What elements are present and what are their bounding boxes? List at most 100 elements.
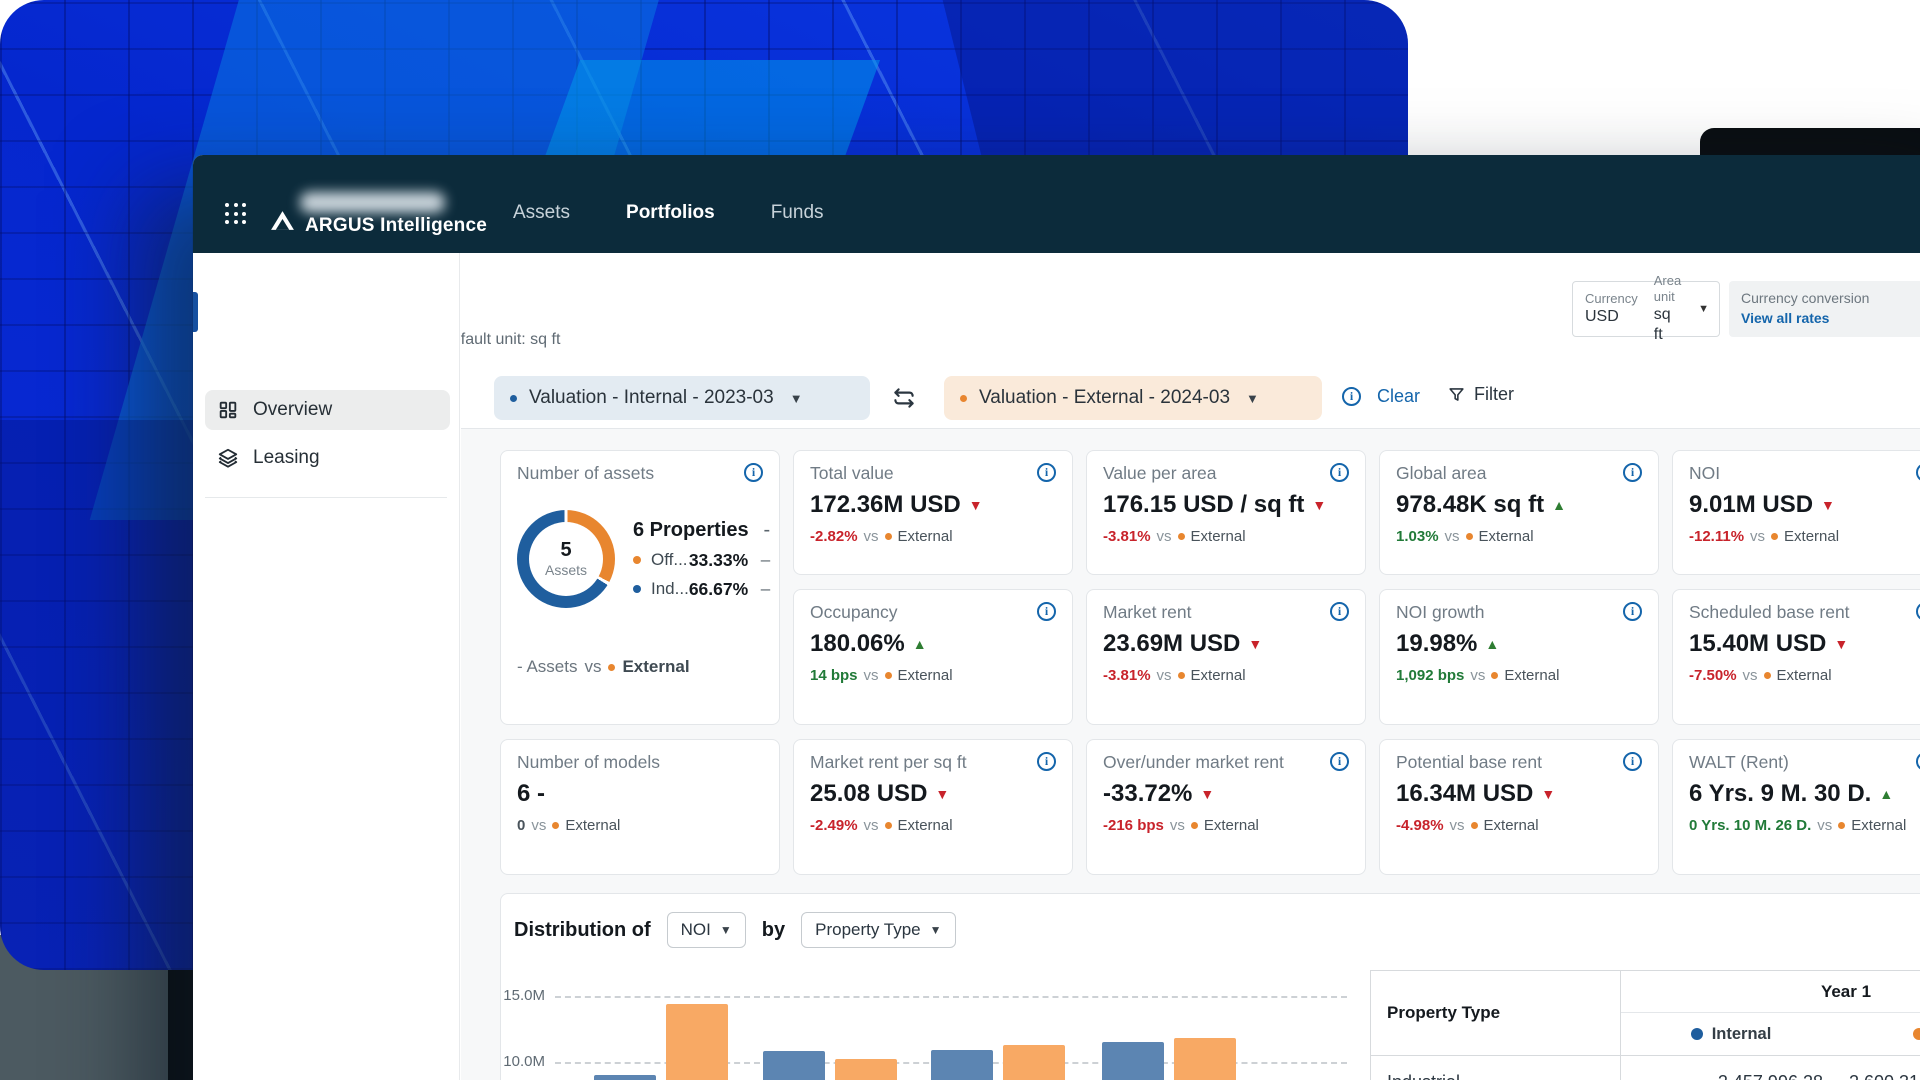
segment-dot-icon	[633, 556, 641, 564]
metric-dropdown[interactable]: NOI ▼	[666, 912, 746, 948]
trend-arrow-icon: ▼	[1541, 786, 1556, 802]
vs-label: vs	[1156, 528, 1172, 545]
dimension-dropdown-value: Property Type	[815, 920, 921, 939]
kpi-card: NOI i 9.01M USD ▼ -12.11% vs External	[1672, 450, 1920, 575]
vs-label: vs	[1444, 528, 1460, 545]
kpi-value: 6 Yrs. 9 M. 30 D.	[1689, 780, 1872, 807]
table-legend-internal: Internal	[1621, 1013, 1841, 1056]
kpi-delta: -7.50%	[1689, 667, 1737, 684]
internal-dot-icon	[1690, 1028, 1703, 1040]
external-dot-icon	[1491, 672, 1499, 679]
info-icon[interactable]: i	[1330, 602, 1349, 621]
app-window: ARGUS Intelligence Assets Portfolios Fun…	[193, 155, 1920, 1080]
kpi-card: Global area i 978.48K sq ft ▲ 1.03% vs E…	[1379, 450, 1659, 575]
external-dot-icon	[1177, 672, 1185, 679]
kpi-card: Value per area i 176.15 USD / sq ft ▼ -3…	[1086, 450, 1366, 575]
info-icon[interactable]: i	[1330, 463, 1349, 482]
nav-tabs: Assets Portfolios Funds	[513, 155, 824, 262]
currency-conversion-label: Currency conversion	[1741, 290, 1870, 306]
card-title: Over/under market rent	[1103, 752, 1284, 772]
kpi-value: 15.40M USD	[1689, 630, 1827, 657]
currency-label: Currency	[1585, 290, 1638, 306]
nav-tab-portfolios[interactable]: Portfolios	[614, 164, 727, 262]
kpi-card: Number of models i 6 - 0 vs External	[500, 739, 780, 875]
screenshot-stage: ARGUS Intelligence Assets Portfolios Fun…	[0, 0, 1920, 1080]
card-comparison-footer: 1.03% vs External	[1396, 528, 1642, 545]
segment-pct: 33.33%	[688, 549, 749, 570]
by-label: by	[761, 918, 786, 941]
external-dot-icon	[1838, 822, 1846, 829]
kpi-delta: 0 Yrs. 10 M. 26 D.	[1689, 817, 1812, 834]
swap-scenarios-icon[interactable]	[890, 385, 918, 411]
filter-button[interactable]: Filter	[1447, 384, 1514, 405]
metric-dropdown-value: NOI	[680, 920, 711, 939]
vs-label: vs	[1156, 667, 1172, 684]
card-title: Value per area	[1103, 463, 1217, 483]
info-icon[interactable]: i	[1623, 752, 1642, 771]
kpi-card: Potential base rent i 16.34M USD ▼ -4.98…	[1379, 739, 1659, 875]
comparison-label: External	[1483, 817, 1539, 834]
scenario-dropdown-external[interactable]: Valuation - External - 2024-03 ▼	[944, 376, 1322, 420]
card-comparison-footer: -3.81% vs External	[1103, 667, 1349, 684]
y-tick-label: 10.0M	[503, 1053, 545, 1070]
comparison-label: External	[565, 817, 621, 834]
app-launcher-icon[interactable]	[225, 203, 247, 225]
info-icon[interactable]: i	[1623, 602, 1642, 621]
card-title: Total value	[810, 463, 894, 483]
kpi-delta: -2.82%	[810, 528, 858, 545]
dimension-dropdown[interactable]: Property Type ▼	[801, 912, 956, 948]
card-title: Number of assets	[517, 463, 655, 483]
nav-tab-assets[interactable]: Assets	[513, 164, 570, 262]
bar-external	[1003, 1044, 1065, 1080]
info-icon[interactable]: i	[1342, 387, 1361, 406]
info-icon[interactable]: i	[1623, 463, 1642, 482]
kpi-value: 172.36M USD	[810, 491, 961, 518]
sidebar-item-leasing[interactable]: Leasing	[205, 438, 450, 478]
kpi-card: WALT (Rent) i 6 Yrs. 9 M. 30 D. ▲ 0 Yrs.…	[1672, 739, 1920, 875]
scenario-internal-label: Valuation - Internal - 2023-03	[529, 387, 774, 408]
nav-tab-funds[interactable]: Funds	[771, 164, 824, 262]
internal-dot-icon	[510, 394, 517, 402]
kpi-delta: -216 bps	[1103, 817, 1164, 834]
clear-button[interactable]: Clear	[1377, 386, 1420, 407]
card-comparison-footer: 0 vs External	[517, 817, 763, 834]
sidebar-item-overview[interactable]: Overview	[205, 390, 450, 430]
currency-area-unit-selector[interactable]: Currency USD Area unit sq ft ▼	[1572, 273, 1720, 343]
card-comparison-footer: 14 bps vs External	[810, 667, 1056, 684]
info-icon[interactable]: i	[1916, 752, 1920, 771]
info-icon[interactable]: i	[744, 463, 763, 482]
card-comparison-footer: -2.82% vs External	[810, 528, 1056, 545]
info-icon[interactable]: i	[1037, 752, 1056, 771]
card-title: NOI growth	[1396, 602, 1485, 622]
kpi-value: 25.08 USD	[810, 780, 928, 807]
comparison-label: External	[897, 528, 953, 545]
area-unit-label: Area unit	[1653, 272, 1682, 304]
info-icon[interactable]: i	[1916, 602, 1920, 621]
bar-internal	[594, 1075, 656, 1080]
comparison-label: External	[1190, 528, 1246, 545]
info-icon[interactable]: i	[1037, 602, 1056, 621]
view-all-rates-link[interactable]: View all rates	[1741, 309, 1920, 329]
scenario-dropdown-internal[interactable]: Valuation - Internal - 2023-03 ▼	[494, 376, 870, 420]
external-dot-icon	[1470, 822, 1478, 829]
vs-label: vs	[1750, 528, 1766, 545]
comparison-label: External	[1203, 817, 1259, 834]
sidebar-item-label: Overview	[253, 399, 333, 420]
info-icon[interactable]: i	[1916, 463, 1920, 482]
bar-internal	[763, 1051, 825, 1080]
segment-label: Ind...	[651, 579, 689, 598]
card-title: Number of models	[517, 752, 660, 772]
y-tick-label: 15.0M	[503, 987, 545, 1004]
kpi-card: Market rent i 23.69M USD ▼ -3.81% vs Ext…	[1086, 589, 1366, 725]
comparison-label: External	[1504, 667, 1560, 684]
trend-arrow-icon: ▼	[1821, 497, 1835, 513]
kpi-delta: -2.49%	[810, 817, 858, 834]
kpi-value: 978.48K sq ft	[1396, 491, 1545, 518]
table-cell-external: 2,600,31	[1841, 1056, 1920, 1080]
sidebar-divider	[205, 497, 447, 498]
info-icon[interactable]: i	[1330, 752, 1349, 771]
card-comparison-footer: -7.50% vs External	[1689, 667, 1920, 684]
external-dot-icon	[884, 533, 892, 540]
kpi-delta: 1.03%	[1396, 528, 1439, 545]
info-icon[interactable]: i	[1037, 463, 1056, 482]
